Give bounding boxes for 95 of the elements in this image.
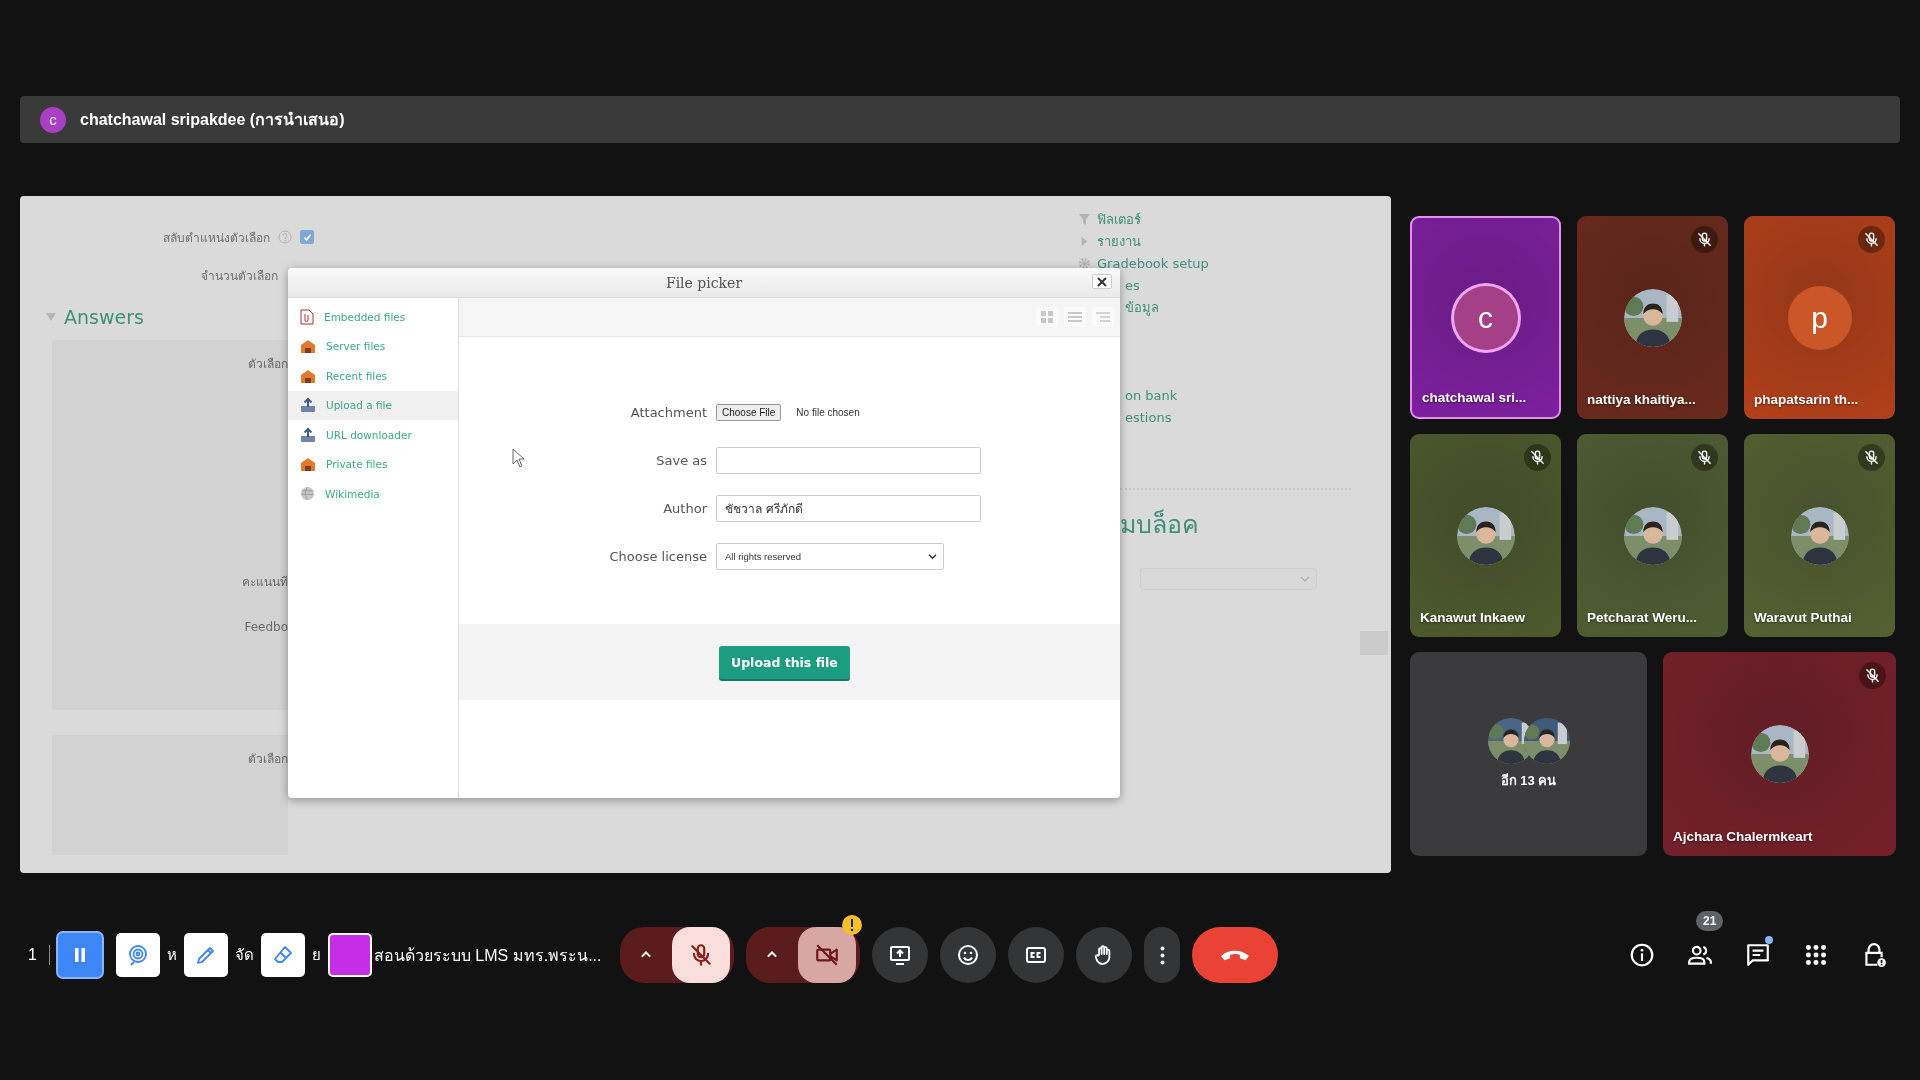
close-icon [1097,276,1107,287]
camera-off-icon [814,942,840,968]
repository-item[interactable]: Recent files [288,361,458,391]
avatar: p [1787,285,1852,350]
raise-hand-button[interactable] [1076,927,1132,983]
nav-link[interactable]: es [1125,277,1140,293]
phone-icon [1221,949,1249,961]
text-field[interactable]: ชัชวาล ศรีภักดี [716,495,981,522]
participant-name: Waravut Puthai [1754,610,1852,625]
smiley-icon [956,943,980,967]
upload-icon [300,397,316,414]
participant-name: nattiya khaitiya... [1587,392,1696,407]
nav-link[interactable]: รายงาน [1097,230,1141,252]
participant-name: phapatsarin th... [1754,392,1859,407]
field-label: จำนวนตัวเลือก [200,267,278,285]
meeting-title-fragment: จัด [234,945,254,965]
text-field[interactable] [716,447,981,474]
more-icon [1159,945,1165,965]
field-label: Author [663,501,707,516]
upload-button[interactable]: Upload this file [719,645,850,679]
mic-off-icon [1696,231,1713,248]
nav-link[interactable]: Gradebook setup [1097,255,1209,271]
checkbox[interactable] [300,230,314,244]
repository-item[interactable]: URL downloader [288,420,458,450]
globe-icon [300,486,315,502]
meeting-title: สอนด้วยระบบ LMS มทร.พระน... [373,945,602,966]
mic-off-icon [1863,449,1880,466]
meeting-title-fragment: ห [166,945,177,965]
microphone-button[interactable] [672,927,730,983]
close-button[interactable] [1092,274,1112,289]
leave-call-button[interactable] [1192,927,1278,983]
reactions-button[interactable] [940,927,996,983]
apps-icon [1803,942,1829,968]
nav-link[interactable]: ข้อมูล [1125,296,1159,318]
mic-off-icon [1529,449,1546,466]
nav-link[interactable]: estions [1125,409,1172,425]
camera-button[interactable] [798,927,856,983]
house-icon [300,339,316,354]
pause-button[interactable] [57,933,102,977]
mic-off-icon [688,942,714,968]
field-label: Attachment [630,405,707,420]
captions-button[interactable] [1008,927,1064,983]
section-heading: Answers [64,306,144,328]
mic-off-icon [1696,449,1713,466]
field-label: Choose license [609,549,707,564]
document-icon [300,308,314,325]
repository-item[interactable]: Private files [288,449,458,479]
mic-off-icon [1863,231,1880,248]
house-icon [300,368,316,383]
present-screen-icon [888,943,912,967]
choose-file-button[interactable]: Choose File [716,404,782,421]
repository-item[interactable]: Server files [288,331,458,361]
block-heading: มบล็อค [1119,508,1200,541]
present-button[interactable] [872,927,928,983]
field-label: Feedbo [244,620,288,634]
nav-link[interactable]: on bank [1125,387,1178,403]
participant-name: Petcharat Weru... [1587,610,1698,625]
participant-name: Kanawut Inkaew [1420,610,1526,625]
upload-icon [300,426,316,443]
repository-item[interactable]: Upload a file [288,390,458,420]
field-label: ตัวเลือก [248,751,288,768]
laser-button[interactable] [115,933,160,977]
participant-name: Ajchara Chalermkeart [1673,829,1813,844]
house-icon [300,457,316,472]
license-select[interactable]: All rights reserved [716,543,944,570]
info-icon [1629,942,1655,968]
field-label: ตัวเลือก [248,356,288,373]
field-label: สลับตำแหน่งตัวเลือก [162,229,270,247]
participant-name: chatchawal sri... [1422,390,1527,405]
filter-icon [1078,212,1091,226]
chevron-icon [1300,575,1310,583]
field-label: คะแนนที [242,574,288,591]
gear-icon [1078,256,1091,270]
presenter-name: chatchawal sripakdee (การนำเสนอ) [80,110,345,130]
chevron-icon [928,553,937,560]
participant-count-badge: 21 [1696,911,1724,931]
mic-off-icon [1864,667,1881,684]
chat-icon [1745,942,1771,968]
check-icon [302,232,312,242]
pen-button[interactable] [183,933,228,977]
eraser-button[interactable] [260,933,305,977]
avatar: c [40,106,66,133]
meeting-title-fragment: ย [311,945,321,965]
more-participants-label: อีก 13 คน [1500,771,1557,790]
meeting-index: 1 [28,946,37,964]
repository-item[interactable]: Embedded files [288,302,458,332]
nav-link[interactable]: ฟิลเตอร์ [1097,208,1141,230]
field-label: Save as [656,453,707,468]
avatar: c [1453,285,1518,350]
repository-item[interactable]: Wikimedia [288,479,458,509]
color-swatch[interactable] [327,933,372,977]
dialog-title: File picker [665,274,743,291]
file-status: No file chosen [796,407,860,418]
cursor-icon [512,448,526,468]
more-options-button[interactable] [1144,927,1180,983]
